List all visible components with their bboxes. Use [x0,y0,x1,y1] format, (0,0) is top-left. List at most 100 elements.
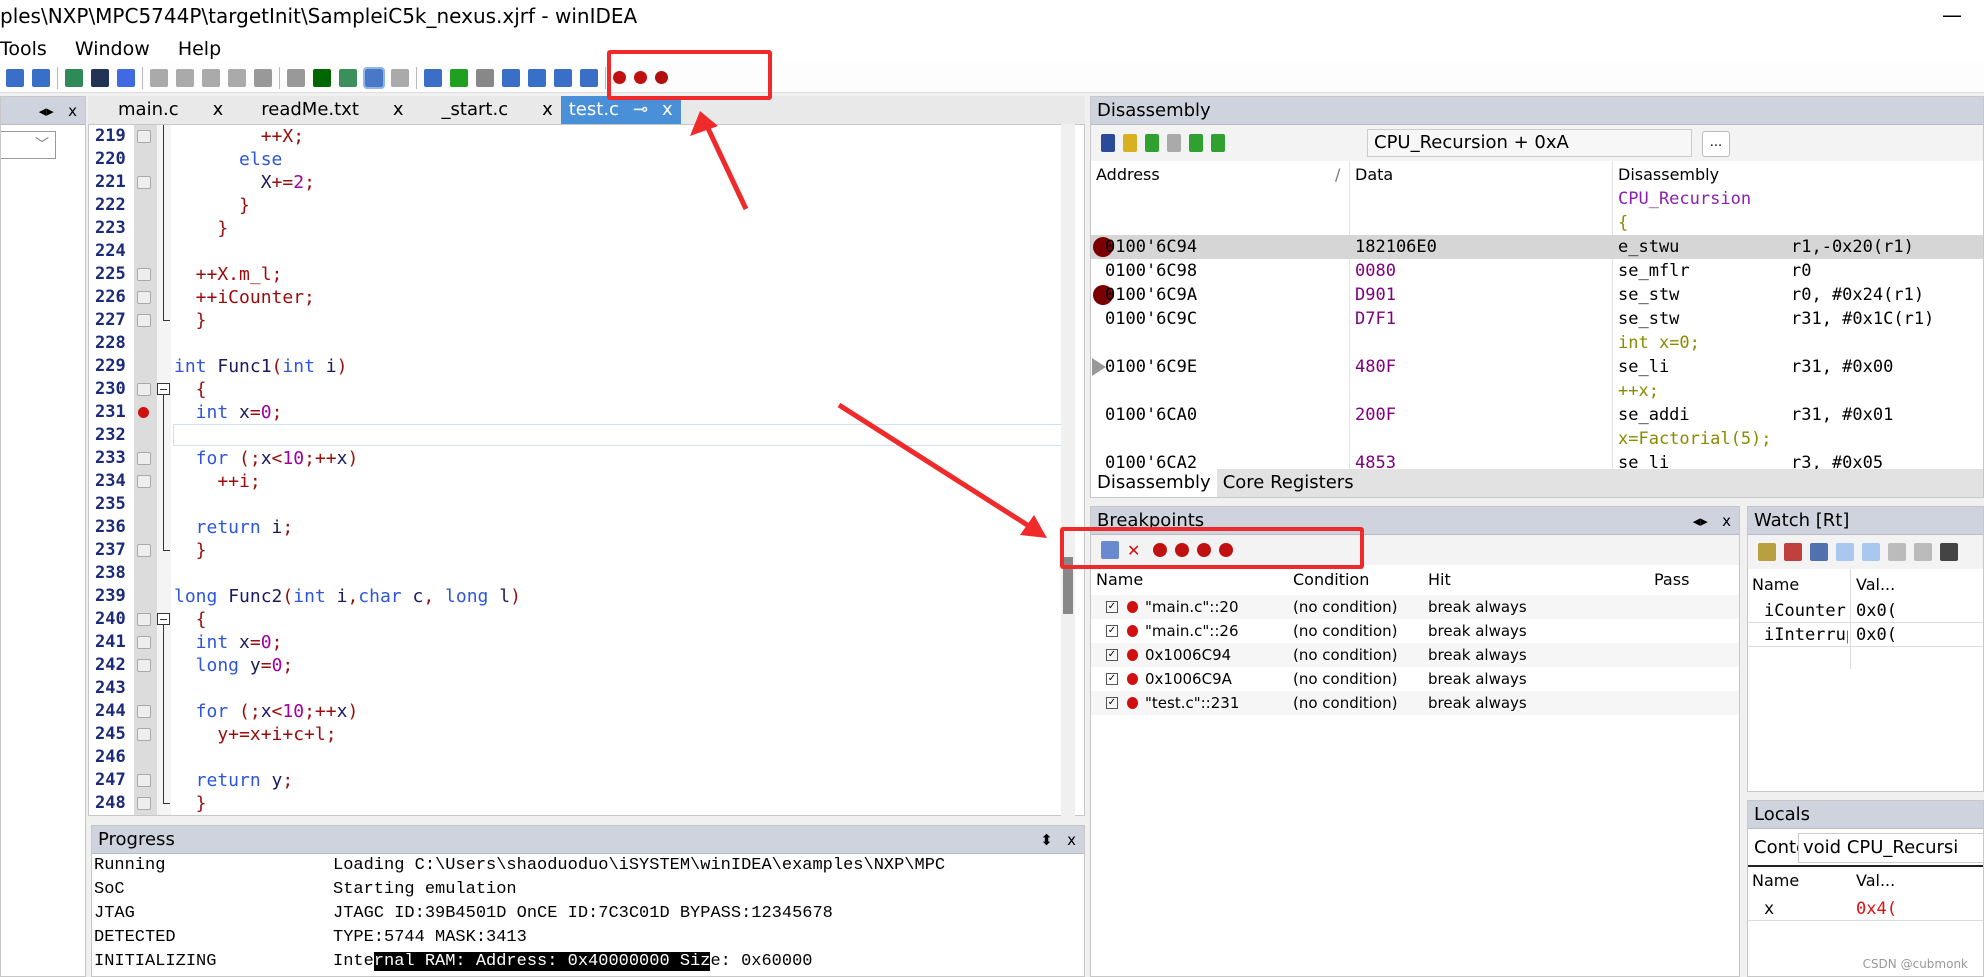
breakpoint-slot-icon[interactable] [137,130,151,143]
add-watch-icon[interactable] [1758,543,1776,561]
menu-tools[interactable]: Tools [0,38,47,60]
gutter[interactable] [134,263,157,286]
breakpoint-slot-icon[interactable] [137,291,151,304]
disassembly-row[interactable]: 0100'6C9E 480F se_li r31, #0x00 [1091,355,1983,379]
tab-readMe-txt[interactable]: readMe.txt x [231,96,411,124]
gutter[interactable] [134,769,157,792]
menu-help[interactable]: Help [178,38,221,60]
tab-main-c[interactable]: main.c x [88,96,231,124]
breakpoint-icon[interactable] [138,407,149,418]
minimize-button[interactable]: — [1942,0,1962,30]
gutter[interactable] [134,171,157,194]
gutter[interactable] [134,125,157,148]
gutter[interactable] [134,332,157,355]
breakpoint-slot-icon[interactable] [137,314,151,327]
code-editor[interactable]: 219 ++X; 220 else 221 X+=2; 222 } 223 } 224 22… [88,124,1085,816]
source-line[interactable]: int x=0; [1091,331,1983,355]
breakpoint-slot-icon[interactable] [137,636,151,649]
refresh-icon[interactable] [1836,543,1854,561]
gutter[interactable] [134,516,157,539]
print-icon[interactable] [1888,543,1906,561]
breakpoint-slot-icon[interactable] [137,659,151,672]
gutter[interactable] [134,608,157,631]
breakpoint-slot-icon[interactable] [137,728,151,741]
options-icon[interactable] [32,68,50,87]
forward-icon[interactable] [1167,134,1181,152]
disassembly-row[interactable]: 0100'6C9A D901 se_stw r0, #0x24(r1) [1091,283,1983,307]
tab-test-c[interactable]: test.c ⊸ x [560,96,681,124]
close-icon[interactable]: x [68,102,77,120]
gutter[interactable] [134,746,157,769]
gutter[interactable] [134,631,157,654]
source-line[interactable]: CPU_Recursion [1091,187,1983,211]
gutter[interactable] [134,654,157,677]
gutter[interactable] [134,401,157,424]
make-icon[interactable] [176,68,194,87]
breakpoint-row[interactable]: ✓ 0x1006C9A (no condition) break always [1091,667,1739,691]
col-value[interactable]: Val... [1856,871,1895,890]
gutter[interactable] [134,539,157,562]
breakpoint-slot-icon[interactable] [137,176,151,189]
tab-disassembly[interactable]: Disassembly [1091,469,1217,497]
tab-core-registers[interactable]: Core Registers [1217,469,1360,497]
col-hit[interactable]: Hit [1428,565,1451,595]
down-icon[interactable] [1211,134,1225,152]
close-icon[interactable]: x [662,96,673,124]
breakpoint-slot-icon[interactable] [137,383,151,396]
close-icon[interactable]: x [1722,512,1731,530]
gutter[interactable] [134,286,157,309]
col-name[interactable]: Name [1752,575,1799,594]
gutter[interactable] [134,424,157,447]
gutter[interactable] [134,447,157,470]
editor-scrollbar[interactable] [1061,124,1075,816]
breakpoint-row[interactable]: ✓ 0x1006C94 (no condition) break always [1091,643,1739,667]
stop-icon[interactable] [476,68,494,87]
col-name[interactable]: Name [1752,871,1799,890]
goto-icon[interactable] [1123,134,1137,152]
gutter[interactable] [134,700,157,723]
step-back-icon[interactable] [424,68,442,87]
address-input[interactable]: CPU_Recursion + 0xA [1367,129,1692,157]
target-icon[interactable] [391,68,409,87]
breakpoint-slot-icon[interactable] [137,544,151,557]
enabled-checkbox[interactable]: ✓ [1106,673,1118,685]
gutter[interactable] [134,470,157,493]
menu-window[interactable]: Window [75,38,150,60]
back-icon[interactable] [1145,134,1159,152]
context-dropdown[interactable]: void CPU_Recursi [1798,833,1983,863]
pin-icon[interactable]: ⊸ [633,96,648,124]
disassembly-row[interactable]: 0100'6C94 182106E0 e_stwu r1,-0x20(r1) [1091,235,1983,259]
gutter[interactable] [134,723,157,746]
breakpoint-slot-icon[interactable] [137,774,151,787]
gutter[interactable] [134,585,157,608]
table-icon[interactable] [1810,543,1828,561]
browse-button[interactable]: ... [1702,131,1730,157]
enabled-checkbox[interactable]: ✓ [1106,601,1118,613]
breakpoint-slot-icon[interactable] [137,705,151,718]
gutter[interactable] [134,493,157,516]
locals-row[interactable]: x 0x4( [1748,897,1983,921]
cpu-icon[interactable] [363,66,385,89]
source-line[interactable]: ++x; [1091,379,1983,403]
step-over-icon[interactable] [528,68,546,87]
save-icon[interactable] [1101,134,1115,152]
remove-watch-icon[interactable] [1784,543,1802,561]
col-data[interactable]: Data [1355,165,1393,184]
dock-icon[interactable]: ◂▸ [1693,512,1708,530]
download-icon[interactable] [65,68,83,87]
disassembly-row[interactable]: 0100'6CA0 200F se_addi r31, #0x01 [1091,403,1983,427]
breakpoint-slot-icon[interactable] [137,613,151,626]
breakpoint-slot-icon[interactable] [137,268,151,281]
step-out-icon[interactable] [580,68,598,87]
clean-icon[interactable] [228,68,246,87]
gutter[interactable] [134,148,157,171]
breakpoint-row[interactable]: ✓ "main.c"::20 (no condition) break always [1091,595,1739,619]
gutter[interactable] [134,355,157,378]
breakpoint-row[interactable]: ✓ "main.c"::26 (no condition) break always [1091,619,1739,643]
terminal-icon[interactable] [91,68,109,87]
gutter[interactable] [134,562,157,585]
col-disassembly[interactable]: Disassembly [1618,165,1719,184]
source-line[interactable]: x=Factorial(5); [1091,427,1983,451]
close-icon[interactable]: x [542,96,553,124]
find-icon[interactable] [1940,543,1958,561]
